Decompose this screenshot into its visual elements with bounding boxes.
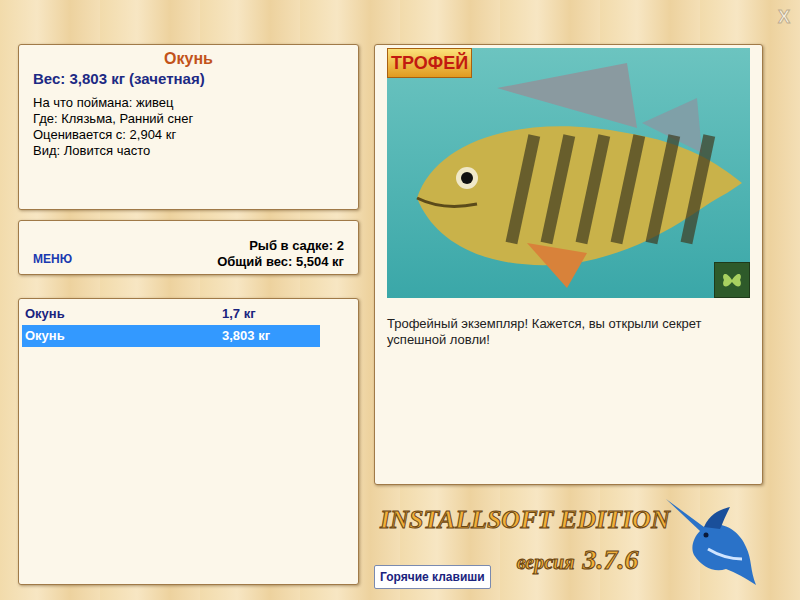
fish-detail: Вид: Ловится часто [33, 143, 344, 159]
favorite-button[interactable] [714, 262, 750, 298]
trophy-badge: ТРОФЕЙ [387, 48, 472, 78]
catch-row[interactable]: Окунь3,803 кг [22, 325, 320, 347]
fish-description: Трофейный экземпляр! Кажется, вы открыли… [387, 316, 750, 348]
footer-row: Горячие клавиши версия 3.7.6 [374, 539, 670, 591]
catch-name: Окунь [22, 304, 222, 324]
right-column: ТРОФЕЙ Трофейный экземпляр! Кажется, вы о… [374, 44, 784, 600]
fish-photo: ТРОФЕЙ [387, 48, 750, 298]
fish-title: Окунь [33, 49, 344, 69]
catch-weight: 3,803 кг [222, 326, 270, 346]
keepnet-count: Рыб в садке: 2 [217, 238, 344, 254]
logo-title: INSTALLSOFT EDITION [374, 505, 670, 535]
fish-info-panel: ОкуньВес: 3,803 кг (зачетная) На что пойм… [18, 44, 359, 210]
catch-weight: 1,7 кг [222, 304, 256, 324]
fish-weight: Вес: 3,803 кг (зачетная) [33, 69, 344, 89]
left-column: ОкуньВес: 3,803 кг (зачетная)На что пойм… [18, 44, 359, 600]
version-label: версия [517, 551, 575, 573]
fish-detail: Оценивается с: 2,904 кг [33, 127, 344, 143]
version: версия 3.7.6 [517, 539, 639, 581]
hotkeys-button[interactable]: Горячие клавиши [374, 565, 491, 589]
catch-name: Окунь [22, 326, 222, 346]
perch-icon [397, 58, 747, 293]
marlin-icon [664, 489, 760, 589]
catch-row[interactable]: Окунь1,7 кг [22, 303, 320, 325]
logo: INSTALLSOFT EDITION Горячие клавиши версия… [374, 491, 670, 595]
menu-button[interactable]: МЕНЮ [33, 250, 72, 268]
footer: INSTALLSOFT EDITION Горячие клавиши версия… [374, 485, 784, 595]
fish-detail: На что поймана: живец [33, 95, 344, 111]
close-button[interactable]: X [778, 4, 790, 31]
photo-panel: ТРОФЕЙ Трофейный экземпляр! Кажется, вы о… [374, 44, 763, 485]
fish-detail: Где: Клязьма, Ранний снег [33, 111, 344, 127]
keepnet-panel: МЕНЮ Рыб в садке: 2Общий вес: 5,504 кг [18, 220, 359, 275]
butterfly-icon [720, 268, 744, 292]
game-window: XОкуньВес: 3,803 кг (зачетная)На что пой… [0, 0, 800, 600]
keepnet-stats: Рыб в садке: 2Общий вес: 5,504 кг [217, 238, 344, 270]
keepnet-total: Общий вес: 5,504 кг [217, 254, 344, 270]
version-number: 3.7.6 [583, 544, 639, 575]
catch-list-panel: Окунь1,7 кгОкунь3,803 кг [18, 298, 359, 585]
